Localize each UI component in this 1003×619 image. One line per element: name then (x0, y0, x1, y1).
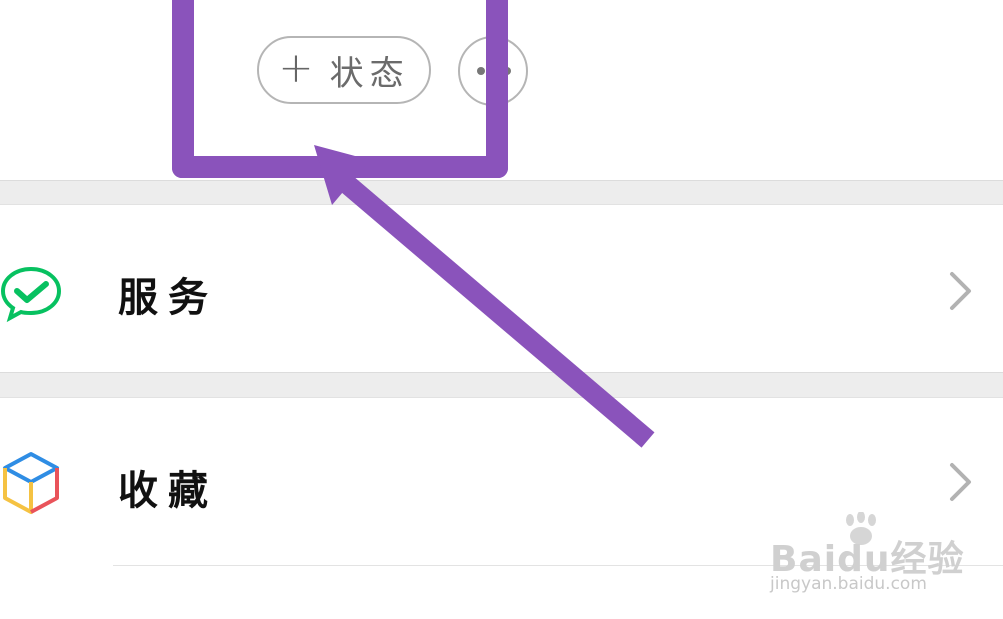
more-dots-icon (477, 67, 485, 75)
menu-item-label: 收藏 (118, 468, 218, 514)
more-button[interactable] (458, 36, 528, 106)
section-separator (0, 180, 1003, 205)
menu-item-services[interactable]: 服务 (0, 205, 1003, 372)
profile-header-area: + 状态 (0, 0, 1003, 180)
watermark-url: jingyan.baidu.com (770, 574, 927, 594)
plus-icon: + (278, 43, 314, 92)
baidu-jingyan-watermark: Baidu经验 jingyan.baidu.com (766, 512, 966, 602)
more-dots-icon (503, 67, 511, 75)
favorites-cube-icon (0, 450, 62, 520)
chevron-right-icon (949, 462, 973, 506)
wechat-pay-icon (0, 265, 64, 329)
section-separator (0, 372, 1003, 398)
menu-item-label: 服务 (118, 275, 218, 321)
status-button-label: 状态 (329, 53, 410, 94)
add-status-button[interactable]: + 状态 (257, 36, 431, 104)
chevron-right-icon (949, 271, 973, 315)
